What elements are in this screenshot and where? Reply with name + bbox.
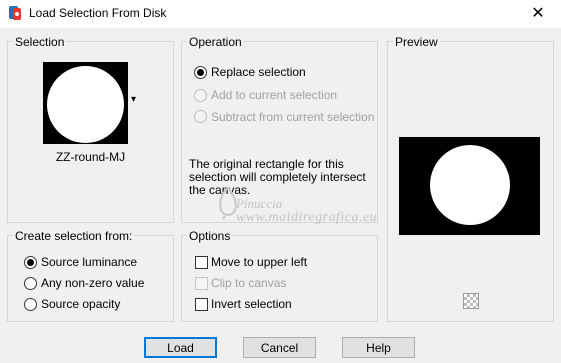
cancel-button[interactable]: Cancel (243, 337, 316, 358)
source-luminance-label[interactable]: Source luminance (41, 255, 137, 269)
source-opacity-radio[interactable] (24, 298, 37, 311)
subtract-selection-radio[interactable] (194, 110, 207, 123)
create-from-group-label: Create selection from: (13, 229, 135, 243)
add-to-selection-radio[interactable] (194, 89, 207, 102)
selection-file-name: ZZ-round-MJ (55, 150, 126, 164)
operation-group-label: Operation (187, 35, 244, 49)
move-upper-left-label[interactable]: Move to upper left (211, 255, 307, 269)
invert-selection-checkbox[interactable] (195, 298, 208, 311)
selection-thumbnail[interactable] (43, 62, 128, 144)
selection-dropdown-icon[interactable]: ▾ (131, 94, 136, 105)
watermark-site: www.maidiregrafica.eu (236, 210, 378, 225)
add-to-selection-label[interactable]: Add to current selection (211, 88, 337, 102)
clip-to-canvas-checkbox[interactable] (195, 277, 208, 290)
source-opacity-label[interactable]: Source opacity (41, 297, 120, 311)
load-button[interactable]: Load (144, 337, 217, 358)
subtract-selection-label[interactable]: Subtract from current selection (211, 110, 374, 124)
invert-selection-label[interactable]: Invert selection (211, 297, 292, 311)
selection-group-label: Selection (13, 35, 67, 49)
help-button[interactable]: Help (342, 337, 415, 358)
source-luminance-radio[interactable] (24, 256, 37, 269)
move-upper-left-checkbox[interactable] (195, 256, 208, 269)
title-bar: Load Selection From Disk ✕ (0, 0, 561, 28)
close-button[interactable]: ✕ (515, 0, 561, 28)
paint-palette-icon (9, 6, 21, 20)
any-nonzero-radio[interactable] (24, 277, 37, 290)
any-nonzero-label[interactable]: Any non-zero value (41, 276, 144, 290)
options-group-label: Options (187, 229, 233, 243)
clip-to-canvas-label[interactable]: Clip to canvas (211, 276, 286, 290)
preview-group-label: Preview (393, 35, 440, 49)
thumbnail-circle (47, 66, 124, 143)
checkerboard-icon[interactable] (463, 293, 479, 309)
preview-image (399, 137, 540, 235)
preview-circle (430, 145, 510, 225)
replace-selection-radio[interactable] (194, 66, 207, 79)
window-title: Load Selection From Disk (29, 6, 167, 20)
replace-selection-label[interactable]: Replace selection (211, 65, 306, 79)
